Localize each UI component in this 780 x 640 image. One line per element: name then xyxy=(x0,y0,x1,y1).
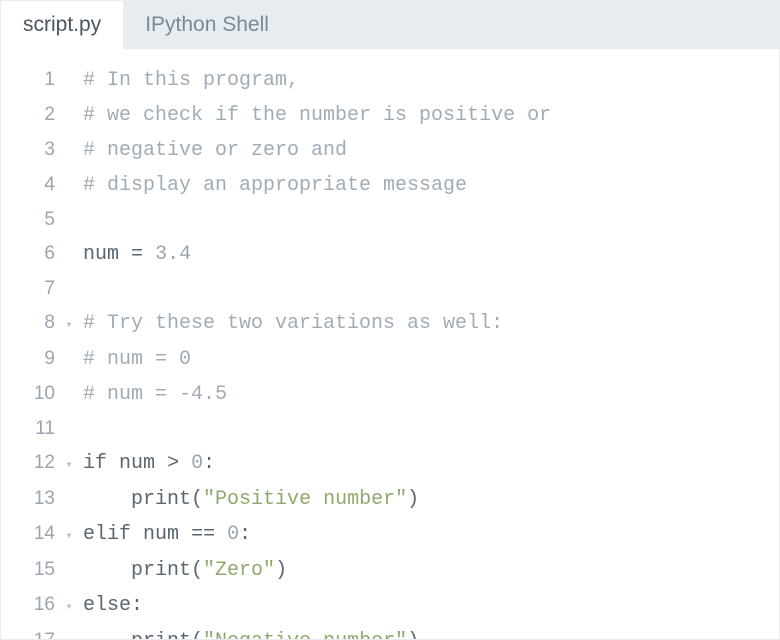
code-content: # In this program, xyxy=(77,64,779,98)
line-number: 6 xyxy=(1,237,61,271)
code-line[interactable]: 11 xyxy=(1,412,779,446)
line-number: 13 xyxy=(1,482,61,516)
line-number: 16 xyxy=(1,588,61,622)
code-content: num = 3.4 xyxy=(77,238,779,272)
line-number: 4 xyxy=(1,168,61,202)
code-line[interactable]: 16▾else: xyxy=(1,588,779,624)
code-content: print("Positive number") xyxy=(77,483,779,517)
code-content: # we check if the number is positive or xyxy=(77,99,779,133)
code-line[interactable]: 15 print("Zero") xyxy=(1,553,779,588)
code-content: # num = 0 xyxy=(77,343,779,377)
tab-ipython-shell[interactable]: IPython Shell xyxy=(123,1,291,49)
code-content: # negative or zero and xyxy=(77,134,779,168)
fold-marker-icon[interactable]: ▾ xyxy=(61,519,77,553)
line-number: 12 xyxy=(1,446,61,480)
fold-marker-icon[interactable]: ▾ xyxy=(61,590,77,624)
code-content: print("Negative number") xyxy=(77,625,779,639)
code-line[interactable]: 5 xyxy=(1,203,779,237)
code-content: if num > 0: xyxy=(77,447,779,481)
tab-label: IPython Shell xyxy=(145,13,269,37)
code-line[interactable]: 8▾# Try these two variations as well: xyxy=(1,306,779,342)
line-number: 1 xyxy=(1,63,61,97)
tab-label: script.py xyxy=(23,13,101,37)
line-number: 15 xyxy=(1,553,61,587)
code-content: # Try these two variations as well: xyxy=(77,307,779,341)
code-line[interactable]: 6 num = 3.4 xyxy=(1,237,779,272)
code-line[interactable]: 12▾if num > 0: xyxy=(1,446,779,482)
line-number: 9 xyxy=(1,342,61,376)
tab-bar: script.py IPython Shell xyxy=(1,1,779,49)
code-line[interactable]: 1 # In this program, xyxy=(1,63,779,98)
line-number: 14 xyxy=(1,517,61,551)
code-line[interactable]: 10 # num = -4.5 xyxy=(1,377,779,412)
fold-marker-icon[interactable]: ▾ xyxy=(61,308,77,342)
code-line[interactable]: 4 # display an appropriate message xyxy=(1,168,779,203)
tab-script-py[interactable]: script.py xyxy=(1,1,123,49)
line-number: 11 xyxy=(1,412,61,446)
code-line[interactable]: 2 # we check if the number is positive or xyxy=(1,98,779,133)
code-line[interactable]: 14▾elif num == 0: xyxy=(1,517,779,553)
line-number: 10 xyxy=(1,377,61,411)
line-number: 5 xyxy=(1,203,61,237)
line-number: 7 xyxy=(1,272,61,306)
code-content: else: xyxy=(77,589,779,623)
line-number: 17 xyxy=(1,624,61,639)
code-line[interactable]: 3 # negative or zero and xyxy=(1,133,779,168)
code-content: elif num == 0: xyxy=(77,518,779,552)
code-line[interactable]: 9 # num = 0 xyxy=(1,342,779,377)
code-content: # num = -4.5 xyxy=(77,378,779,412)
line-number: 2 xyxy=(1,98,61,132)
code-editor[interactable]: 1 # In this program, 2 # we check if the nu… xyxy=(1,49,779,639)
fold-marker-icon[interactable]: ▾ xyxy=(61,448,77,482)
line-number: 3 xyxy=(1,133,61,167)
code-line[interactable]: 17 print("Negative number") xyxy=(1,624,779,639)
code-line[interactable]: 13 print("Positive number") xyxy=(1,482,779,517)
code-line[interactable]: 7 xyxy=(1,272,779,306)
code-content: print("Zero") xyxy=(77,554,779,588)
line-number: 8 xyxy=(1,306,61,340)
code-content: # display an appropriate message xyxy=(77,169,779,203)
